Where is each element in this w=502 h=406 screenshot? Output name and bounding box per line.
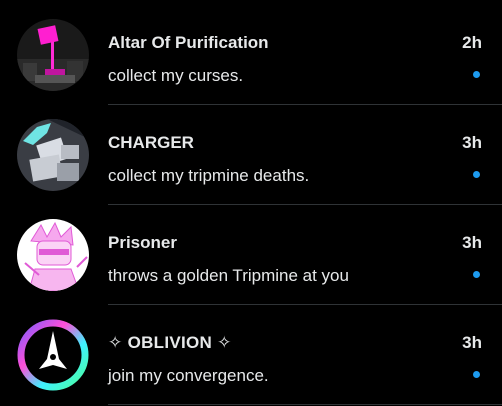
unread-indicator (473, 271, 480, 278)
conversation-row-oblivion[interactable]: ✧ OBLIVION ✧ join my convergence. 3h (0, 304, 502, 404)
timestamp: 2h (462, 33, 482, 52)
message-preview: join my convergence. (108, 366, 269, 385)
divider (108, 404, 502, 405)
message-preview: collect my tripmine deaths. (108, 166, 310, 185)
conversation-row-charger[interactable]: CHARGER collect my tripmine deaths. 3h (0, 104, 502, 204)
prisoner-avatar-icon (17, 219, 89, 291)
conversation-name: CHARGER (108, 133, 194, 152)
conversation-row-altar[interactable]: Altar Of Purification collect my curses.… (0, 4, 502, 104)
unread-indicator (473, 171, 480, 178)
message-preview: throws a golden Tripmine at you (108, 266, 349, 285)
conversation-name: ✧ OBLIVION ✧ (108, 333, 232, 352)
avatar[interactable] (17, 19, 89, 91)
unread-indicator (473, 71, 480, 78)
unread-indicator (473, 371, 480, 378)
message-preview: collect my curses. (108, 66, 244, 85)
charger-avatar-icon (17, 119, 89, 191)
oblivion-avatar-icon (17, 319, 89, 391)
avatar[interactable] (17, 119, 89, 191)
altar-avatar-icon (17, 19, 89, 91)
conversation-name: Altar Of Purification (108, 33, 269, 52)
conversation-list: Altar Of Purification collect my curses.… (0, 0, 502, 406)
conversation-name: Prisoner (108, 233, 177, 252)
timestamp: 3h (462, 333, 482, 352)
timestamp: 3h (462, 133, 482, 152)
conversation-row-prisoner[interactable]: Prisoner throws a golden Tripmine at you… (0, 204, 502, 304)
avatar[interactable] (17, 219, 89, 291)
timestamp: 3h (462, 233, 482, 252)
avatar[interactable] (17, 319, 89, 391)
